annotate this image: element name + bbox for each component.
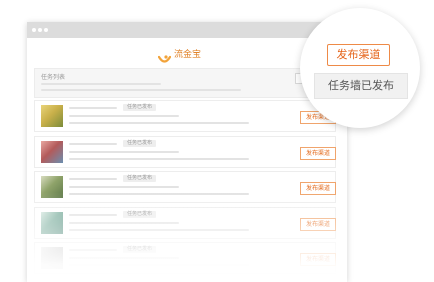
placeholder-line: [69, 150, 179, 153]
panel-title: 任务列表: [41, 74, 66, 81]
placeholder-line: [69, 107, 117, 109]
status-tag: 任务已发布: [123, 139, 157, 147]
placeholder-line: [69, 157, 249, 160]
publish-channel-button[interactable]: 发布渠道: [300, 253, 336, 266]
placeholder-line: [69, 186, 179, 188]
placeholder-line: [69, 249, 117, 251]
status-tag: 任务已发布: [123, 104, 157, 111]
status-tag: 任务已发布: [123, 210, 157, 218]
placeholder-line: [69, 178, 117, 180]
task-thumbnail: [41, 211, 63, 234]
task-wall-status: 任务墙已发布: [314, 73, 408, 99]
status-tag: 任务已发布: [123, 175, 157, 182]
window-dot-icon: [32, 28, 36, 32]
magnifier-callout: 发布渠道 任务墙已发布: [300, 8, 420, 128]
placeholder-line: [69, 257, 179, 259]
window-dot-icon: [38, 28, 42, 32]
window-titlebar: [27, 22, 347, 38]
placeholder-line: [69, 213, 117, 216]
logo-text: 流金宝: [174, 50, 202, 60]
publish-channel-button[interactable]: 发布渠道: [300, 217, 336, 231]
task-row: 任务已发布发布渠道: [34, 206, 336, 239]
browser-window: 流金宝 任务列表 搜索任务 任务已发布发布渠道任务已发布发布渠道任务已发布发布渠…: [27, 22, 347, 282]
task-row: 任务已发布发布渠道: [34, 242, 336, 274]
task-row: 任务已发布发布渠道: [34, 135, 336, 168]
publish-channel-button[interactable]: 发布渠道: [327, 44, 390, 66]
publish-channel-button[interactable]: 发布渠道: [300, 182, 336, 195]
placeholder-line: [69, 228, 249, 231]
app-logo: 流金宝: [157, 50, 202, 63]
placeholder-line: [69, 193, 249, 195]
window-dot-icon: [44, 28, 48, 32]
placeholder-line: [69, 221, 179, 224]
placeholder-line: [69, 122, 249, 124]
task-row: 任务已发布发布渠道: [34, 171, 336, 203]
placeholder-line: [41, 83, 161, 85]
placeholder-line: [69, 142, 117, 145]
task-row: 任务已发布 发布渠道: [34, 100, 336, 132]
placeholder-line: [41, 89, 241, 91]
task-thumbnail: [41, 140, 63, 163]
task-list: 任务已发布 发布渠道 任务已发布 发布渠道 任务已发布 发布渠道 任务已发布 发布渠道 任务已发…: [34, 100, 336, 278]
task-thumbnail: [41, 247, 63, 269]
logo-icon: [157, 50, 172, 63]
task-thumbnail: [41, 176, 63, 198]
search-panel: 任务列表 搜索任务: [34, 68, 336, 98]
placeholder-line: [69, 264, 249, 266]
task-thumbnail: [41, 105, 63, 127]
placeholder-line: [69, 115, 179, 117]
publish-channel-button[interactable]: 发布渠道: [300, 146, 336, 160]
status-tag: 任务已发布: [123, 246, 157, 253]
